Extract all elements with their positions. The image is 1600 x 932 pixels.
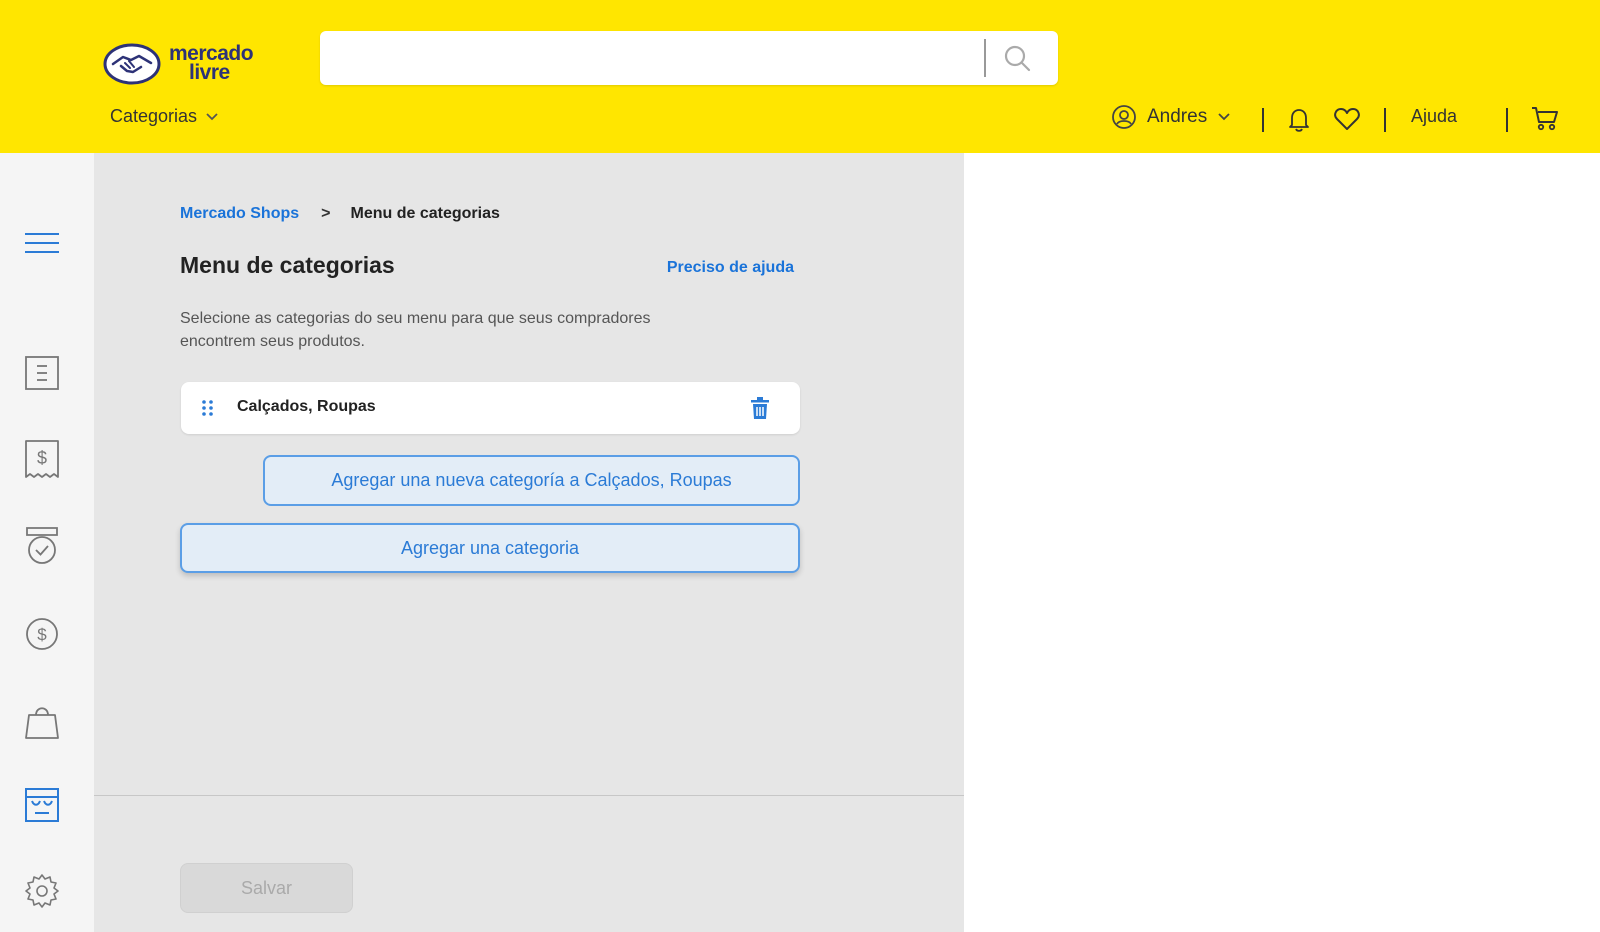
breadcrumb: Mercado Shops > Menu de categorias <box>180 205 500 223</box>
nav-divider <box>1506 108 1508 132</box>
help-link[interactable]: Preciso de ajuda <box>660 259 794 277</box>
list-icon <box>25 356 59 390</box>
sidebar-item-settings[interactable] <box>22 871 62 911</box>
cart-button[interactable] <box>1530 104 1560 137</box>
handshake-logo-icon <box>103 43 161 85</box>
user-menu[interactable]: Andres <box>1111 104 1231 130</box>
add-category-button[interactable]: Agregar una categoria <box>180 523 800 573</box>
add-subcategory-button[interactable]: Agregar una nueva categoría a Calçados, … <box>263 455 800 506</box>
ajuda-link[interactable]: Ajuda <box>1411 106 1457 127</box>
store-icon <box>25 788 59 822</box>
left-sidebar: $ $ <box>0 153 94 932</box>
menu-icon <box>25 233 59 253</box>
sidebar-item-reputation[interactable] <box>22 526 62 566</box>
page-title: Menu de categorias <box>180 252 395 278</box>
sidebar-item-sales[interactable]: $ <box>22 440 62 480</box>
search-bar <box>320 31 1058 85</box>
logo-text-livre: livre <box>189 61 230 84</box>
main-panel: Mercado Shops > Menu de categorias Menu … <box>94 153 964 932</box>
category-item[interactable]: Calçados, Roupas <box>181 382 800 434</box>
nav-divider <box>1384 108 1386 132</box>
dollar-circle-icon: $ <box>26 618 58 650</box>
cart-icon <box>1532 107 1558 131</box>
sidebar-menu-toggle[interactable] <box>22 223 62 263</box>
chevron-down-icon <box>1218 113 1230 121</box>
search-icon <box>1004 45 1031 72</box>
logo-wordmark: mercado livre <box>169 43 254 84</box>
footer-divider <box>94 795 964 796</box>
svg-text:$: $ <box>37 625 47 644</box>
category-name: Calçados, Roupas <box>237 398 376 415</box>
drag-handle-icon[interactable] <box>201 399 215 417</box>
receipt-dollar-icon: $ <box>25 440 59 478</box>
user-name: Andres <box>1147 106 1208 127</box>
sidebar-item-mercado-shops[interactable] <box>22 785 62 825</box>
bell-icon <box>1289 109 1309 132</box>
breadcrumb-current: Menu de categorias <box>350 205 500 222</box>
breadcrumb-separator: > <box>321 205 331 222</box>
header-user-nav: Andres Ajuda <box>0 104 1600 136</box>
save-button[interactable]: Salvar <box>180 863 353 913</box>
nav-divider <box>1262 108 1264 132</box>
search-divider <box>984 39 986 77</box>
shopping-bag-icon <box>25 707 59 739</box>
top-header: mercado livre Categorias Andres Ajuda <box>0 0 1600 153</box>
search-button[interactable] <box>1000 41 1040 77</box>
svg-text:$: $ <box>37 448 47 468</box>
mercado-livre-logo[interactable]: mercado livre <box>103 42 263 88</box>
trash-icon <box>751 397 769 419</box>
user-avatar-icon <box>1112 105 1136 129</box>
sidebar-item-billing[interactable]: $ <box>22 614 62 654</box>
notifications-button[interactable] <box>1286 106 1312 139</box>
delete-category-button[interactable] <box>747 395 773 421</box>
badge-check-icon <box>26 527 58 564</box>
breadcrumb-mercado-shops[interactable]: Mercado Shops <box>180 205 299 223</box>
search-input[interactable] <box>336 39 980 79</box>
gear-icon <box>25 874 59 908</box>
heart-icon <box>1334 108 1360 130</box>
page-description: Selecione as categorias do seu menu para… <box>180 310 651 350</box>
sidebar-item-purchases[interactable] <box>22 701 62 741</box>
favorites-button[interactable] <box>1333 106 1361 137</box>
sidebar-item-listings[interactable] <box>22 353 62 393</box>
